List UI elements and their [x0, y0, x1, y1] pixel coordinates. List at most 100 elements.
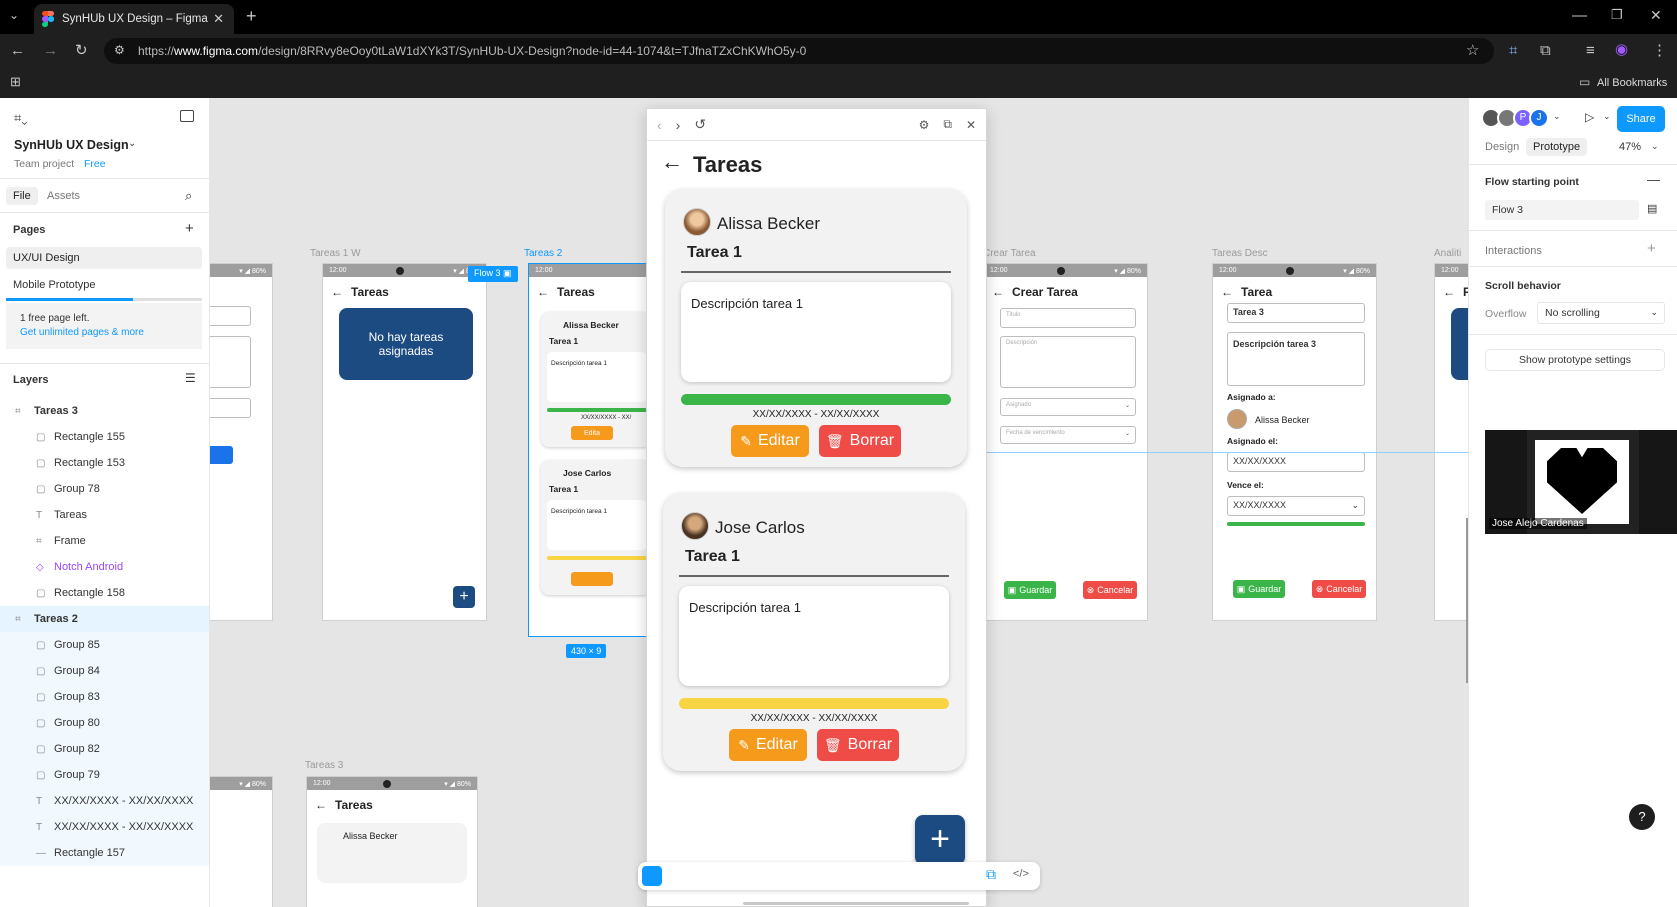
frame-label-tareas-1w[interactable]: Tareas 1 W — [310, 248, 361, 259]
avatars-chevron-icon[interactable]: ⌄ — [1553, 111, 1561, 122]
forward-icon[interactable]: → — [43, 43, 58, 58]
edit-button[interactable]: ✎ Editar — [729, 729, 807, 761]
frame-crear-tarea[interactable]: 12:00 ▾ ◢ 80% ← Crear Tarea Titulo Descrip… — [983, 263, 1148, 621]
frame-label-tareas-2[interactable]: Tareas 2 — [524, 248, 562, 259]
extensions-icon[interactable]: ⧉ — [1540, 43, 1551, 58]
frame-tareas-3[interactable]: 12:00 ▾ ◢ 80% ← Tareas Alissa Becker — [306, 776, 478, 907]
bookmark-star-icon[interactable]: ☆ — [1466, 43, 1479, 58]
figma-menu-icon[interactable]: ⌗⌄ — [14, 110, 27, 126]
dev-mode-icon[interactable]: </> — [1013, 868, 1029, 880]
frame-label-tareas-3[interactable]: Tareas 3 — [305, 760, 343, 771]
back-arrow-icon[interactable]: ← — [661, 149, 683, 175]
preview-back-icon[interactable]: ‹ — [657, 117, 662, 133]
edit-button[interactable]: ✎ Editar — [731, 425, 809, 457]
flow-badge[interactable]: Flow 3 ▣ — [468, 266, 518, 282]
delete-button[interactable]: 🗑 Borrar — [819, 425, 901, 457]
restore-icon[interactable]: ❐ — [1611, 8, 1623, 21]
prototype-preview-window[interactable]: ‹ › ↺ ⚙ ⧉ ✕ ← Tareas Alissa Becker Tarea… — [646, 108, 987, 907]
layer-item[interactable]: ▢ Group 83 — [0, 684, 209, 710]
flow-details-icon[interactable]: ▤ — [1647, 202, 1657, 215]
tab-design[interactable]: Design — [1485, 141, 1519, 153]
site-info-icon[interactable]: ⚙ — [114, 44, 125, 56]
flow-name-field[interactable]: Flow 3 — [1485, 200, 1639, 220]
add-task-fab[interactable]: + — [915, 815, 965, 865]
frame-tareas-desc[interactable]: 12:00 ▾ ◢ 80% ← Tarea Tarea 3 Descripción … — [1212, 263, 1377, 621]
reload-icon[interactable]: ↻ — [75, 43, 88, 58]
frame-label-crear-tarea[interactable]: Crear Tarea — [983, 248, 1036, 259]
remove-flow-icon[interactable]: — — [1647, 172, 1660, 187]
frame-label-tareas-desc[interactable]: Tareas Desc — [1212, 248, 1268, 259]
apps-grid-icon[interactable]: ⊞ — [10, 75, 21, 88]
open-new-window-icon[interactable]: ⧉ — [943, 117, 952, 132]
page-item-ux-ui[interactable]: UX/UI Design — [6, 247, 202, 269]
translate-icon[interactable]: ⌗ — [1509, 43, 1517, 58]
layer-item[interactable]: ▢ Group 85 — [0, 632, 209, 658]
media-icon[interactable]: ≡ — [1586, 43, 1595, 58]
add-interaction-icon[interactable]: + — [1647, 240, 1656, 257]
team-name[interactable]: Team project — [14, 158, 74, 170]
layer-item[interactable]: ▢ Rectangle 155 — [0, 424, 209, 450]
zoom-level[interactable]: 47% — [1619, 141, 1641, 153]
layer-item[interactable]: ⌗ Frame — [0, 528, 209, 554]
layer-item[interactable]: T Tareas — [0, 502, 209, 528]
address-bar[interactable]: ⚙ https://www.figma.com/design/8RRvy8eOo… — [104, 38, 1494, 64]
back-icon[interactable]: ← — [10, 43, 25, 58]
zoom-chevron-icon[interactable]: ⌄ — [1651, 141, 1659, 152]
new-tab-icon[interactable]: + — [246, 7, 257, 25]
right-scrollbar[interactable] — [1466, 518, 1468, 683]
move-tool-icon[interactable] — [642, 866, 662, 886]
present-chevron-icon[interactable]: ⌄ — [1603, 111, 1611, 122]
help-button[interactable]: ? — [1629, 804, 1655, 830]
preview-close-icon[interactable]: ✕ — [966, 118, 976, 132]
tab-file[interactable]: File — [6, 187, 38, 205]
tab-assets[interactable]: Assets — [47, 190, 80, 202]
layer-item[interactable]: ▢ Rectangle 158 — [0, 580, 209, 606]
show-prototype-settings-button[interactable]: Show prototype settings — [1485, 349, 1665, 371]
layer-item[interactable]: — Rectangle 157 — [0, 840, 209, 866]
layer-item[interactable]: ▢ Group 79 — [0, 762, 209, 788]
layer-item[interactable]: ▢ Group 78 — [0, 476, 209, 502]
all-bookmarks[interactable]: All Bookmarks — [1597, 77, 1667, 89]
toggle-sidebar-icon[interactable] — [180, 110, 194, 122]
collaborator-avatar[interactable]: J — [1529, 108, 1549, 128]
profile-icon[interactable]: ◉ — [1615, 42, 1628, 57]
menu-icon[interactable]: ⋮ — [1652, 43, 1667, 58]
minimize-icon[interactable]: — — [1572, 8, 1587, 23]
layer-item[interactable]: ▢ Group 84 — [0, 658, 209, 684]
overflow-select[interactable]: No scrolling ⌄ — [1537, 302, 1665, 324]
preview-settings-icon[interactable]: ⚙ — [919, 118, 930, 132]
layer-item[interactable]: ▢ Rectangle 153 — [0, 450, 209, 476]
layer-item[interactable]: ▢ Group 80 — [0, 710, 209, 736]
frame-tareas-1w[interactable]: 12:00 ▾ ◢ 80% ← Tareas No hay tareas asign… — [322, 263, 487, 621]
preview-restart-icon[interactable]: ↺ — [694, 116, 706, 133]
present-play-icon[interactable]: ▷ — [1585, 110, 1594, 124]
page-item-mobile-prototype[interactable]: Mobile Prototype — [6, 274, 103, 296]
layer-item[interactable]: T XX/XX/XXXX - XX/XX/XXXX — [0, 814, 209, 840]
tab-list-icon[interactable]: ⌄ — [9, 9, 19, 21]
prototype-mode-icon[interactable]: ⧉ — [986, 866, 996, 883]
search-icon[interactable]: ⌕ — [185, 188, 192, 204]
preview-forward-icon[interactable]: › — [676, 117, 681, 133]
layer-item[interactable]: T XX/XX/XXXX - XX/XX/XXXX — [0, 788, 209, 814]
file-menu-chevron-icon[interactable]: ⌄ — [128, 138, 136, 149]
browser-tab[interactable]: SynHUb UX Design – Figma ✕ — [34, 4, 234, 34]
delete-button[interactable]: 🗑 Borrar — [817, 729, 899, 761]
video-call-tile[interactable]: Jose Alejo Cardenas — [1485, 430, 1677, 534]
plan-badge[interactable]: Free — [84, 158, 106, 170]
window-close-icon[interactable]: ✕ — [1650, 8, 1662, 22]
frame-tareas-2[interactable]: 12:00 ← Tareas Alissa Becker Tarea 1 Desc… — [528, 263, 651, 637]
layer-item[interactable]: ⌗ Tareas 3 — [0, 398, 209, 424]
close-tab-icon[interactable]: ✕ — [213, 11, 224, 27]
frame-left-partial[interactable]: ▾ ◢ 80% — [210, 263, 273, 621]
layer-item[interactable]: ⌗ Tareas 2 — [0, 606, 209, 632]
frame-analytics-partial[interactable]: 12:00 ← R — [1434, 263, 1468, 621]
upsell-link[interactable]: Get unlimited pages & more — [20, 326, 188, 340]
preview-scrollbar[interactable] — [743, 902, 969, 905]
layer-item[interactable]: ▢ Group 82 — [0, 736, 209, 762]
file-name[interactable]: SynHUb UX Design — [14, 138, 129, 152]
layer-item[interactable]: ◇ Notch Android — [0, 554, 209, 580]
layers-list-icon[interactable]: ☰ — [185, 371, 196, 385]
share-button[interactable]: Share — [1617, 106, 1665, 132]
frame-bottom-left-partial[interactable]: ▾ ◢ 80% — [210, 776, 273, 907]
frame-label-analytics[interactable]: Analiti — [1434, 248, 1461, 259]
